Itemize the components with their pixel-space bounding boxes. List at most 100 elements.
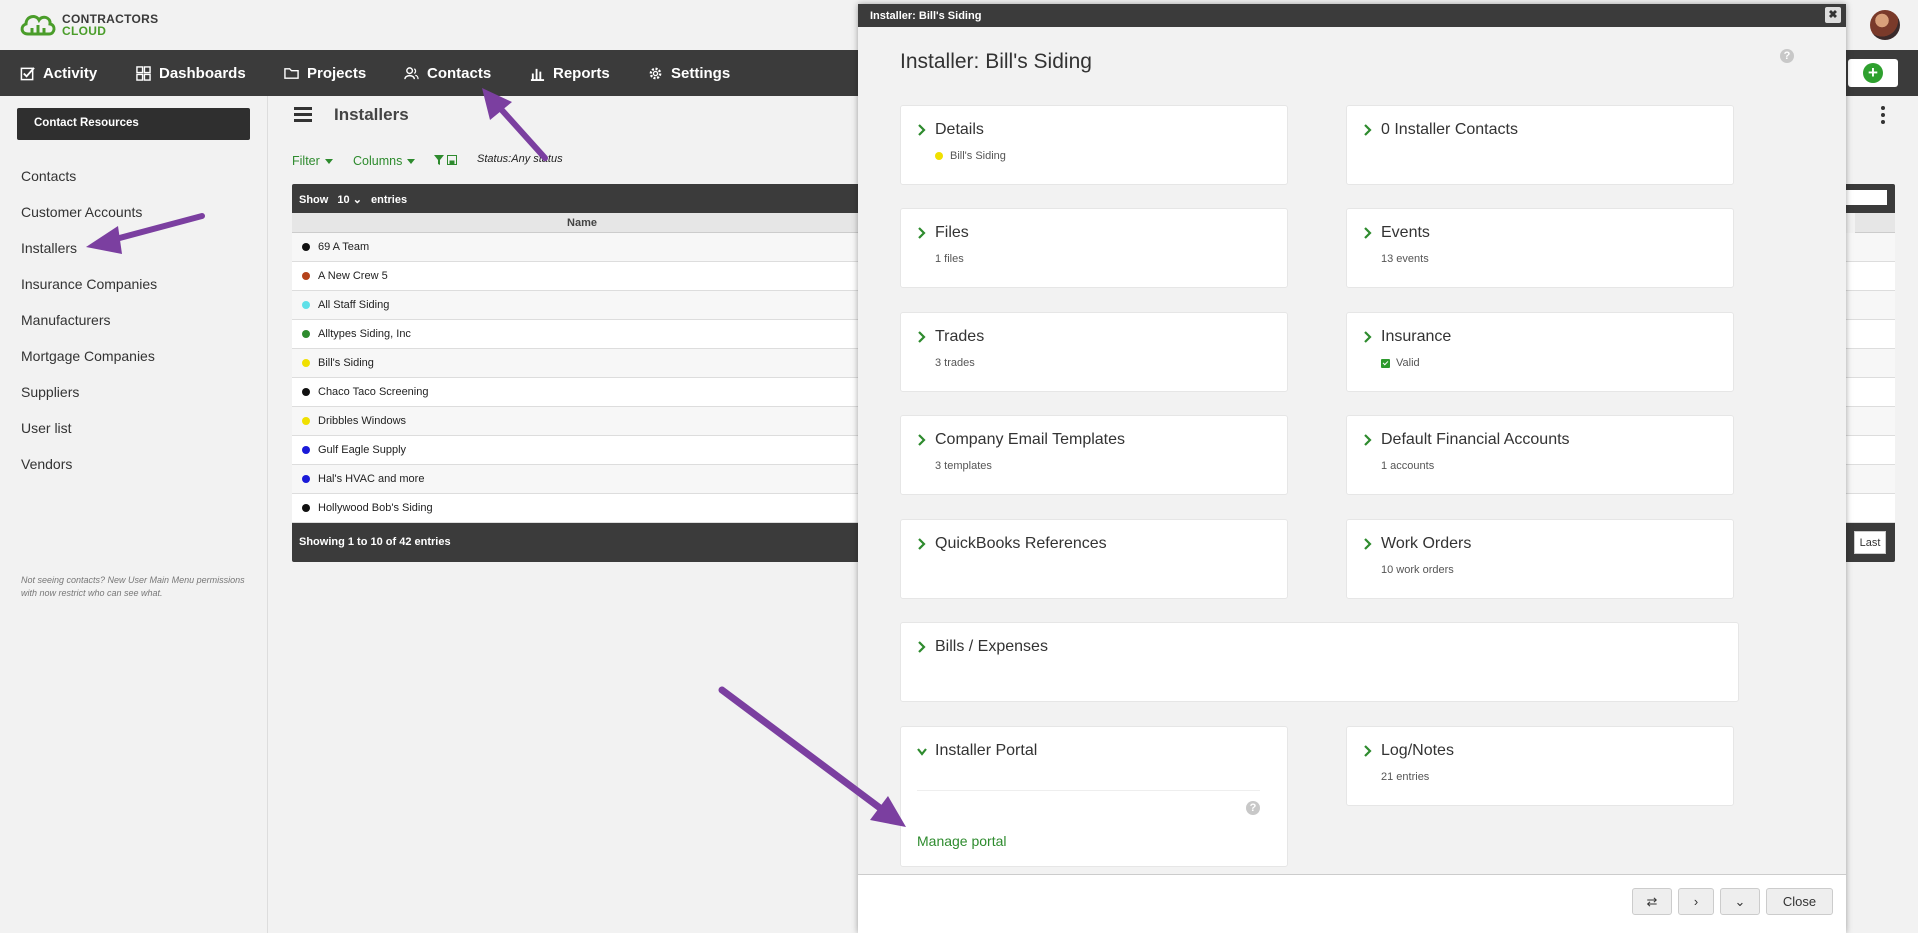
search-input[interactable] — [1841, 190, 1887, 205]
chevron-right-icon — [918, 227, 926, 239]
card-subtitle: 3 trades — [935, 357, 975, 369]
kebab-menu-icon[interactable] — [1880, 106, 1886, 124]
folder-icon — [284, 67, 299, 79]
sidebar-item-manufacturers[interactable]: Manufacturers — [21, 312, 110, 328]
help-icon[interactable]: ? — [1246, 801, 1260, 815]
columns-dropdown[interactable]: Columns — [353, 154, 416, 168]
gear-icon — [649, 67, 662, 79]
nav-label: Activity — [43, 64, 98, 82]
next-button[interactable]: › — [1678, 888, 1714, 915]
card-bills-expenses[interactable]: Bills / Expenses — [900, 622, 1739, 702]
column-header-name[interactable]: Name — [292, 213, 872, 233]
sidebar-header[interactable]: Contact Resources — [17, 108, 250, 140]
sidebar-item-mortgage-companies[interactable]: Mortgage Companies — [21, 348, 155, 364]
card-title: Trades — [935, 328, 985, 345]
card-subtitle: 10 work orders — [1381, 564, 1454, 576]
card-title: Default Financial Accounts — [1381, 431, 1570, 448]
logo[interactable]: CONTRACTORS CLOUD — [18, 10, 158, 40]
card-files[interactable]: Files 1 files — [900, 208, 1288, 288]
sidebar-item-suppliers[interactable]: Suppliers — [21, 384, 79, 400]
sidebar-item-installers[interactable]: Installers — [21, 240, 77, 256]
card-subtitle: 13 events — [1381, 253, 1429, 265]
card-title: Bills / Expenses — [935, 638, 1048, 655]
details-name: Bill's Siding — [950, 150, 1006, 162]
installer-modal: Installer: Bill's Siding ✖ Installer: Bi… — [858, 4, 1846, 933]
card-installer-portal: Installer Portal ? Manage portal — [900, 726, 1288, 867]
card-subtitle: Valid — [1381, 357, 1420, 369]
card-work-orders[interactable]: Work Orders 10 work orders — [1346, 519, 1734, 599]
status-dot — [302, 243, 310, 251]
sort-column-header[interactable] — [1855, 213, 1895, 233]
card-quickbooks-references[interactable]: QuickBooks References — [900, 519, 1288, 599]
nav-settings[interactable]: Settings — [648, 50, 730, 96]
card-title: Files — [935, 224, 969, 241]
installer-name: All Staff Siding — [318, 299, 390, 311]
add-button[interactable]: + — [1848, 59, 1898, 87]
chevron-down-icon[interactable] — [917, 744, 927, 758]
filter-dropdown[interactable]: Filter — [292, 154, 333, 168]
sidebar-item-vendors[interactable]: Vendors — [21, 456, 72, 472]
card-log-notes[interactable]: Log/Notes 21 entries — [1346, 726, 1734, 806]
card-details[interactable]: Details Bill's Siding — [900, 105, 1288, 185]
manage-portal-link[interactable]: Manage portal — [917, 833, 1007, 849]
installer-name: Hollywood Bob's Siding — [318, 502, 433, 514]
modal-footer: ⇄ › ⌄ Close — [858, 874, 1846, 933]
chevron-right-icon — [1364, 331, 1372, 343]
page-size-select[interactable]: 10 ⌄ — [337, 193, 362, 206]
sidebar-item-customer-accounts[interactable]: Customer Accounts — [21, 204, 142, 220]
more-button[interactable]: ⌄ — [1720, 888, 1760, 915]
status-dot — [302, 417, 310, 425]
card-installer-contacts[interactable]: 0 Installer Contacts — [1346, 105, 1734, 185]
card-title[interactable]: Installer Portal — [935, 742, 1037, 760]
filter-label: Filter — [292, 154, 320, 168]
cloud-logo-icon — [20, 15, 56, 36]
card-title: QuickBooks References — [935, 535, 1107, 552]
nav-label: Reports — [553, 64, 610, 82]
close-button[interactable]: Close — [1766, 888, 1833, 915]
chevron-right-icon — [1364, 745, 1372, 757]
installer-name: Bill's Siding — [318, 357, 374, 369]
status-dot — [302, 301, 310, 309]
sidebar-item-insurance-companies[interactable]: Insurance Companies — [21, 276, 157, 292]
filter-save-icons[interactable] — [434, 155, 458, 168]
card-title: Log/Notes — [1381, 742, 1454, 759]
sidebar-item-user-list[interactable]: User list — [21, 420, 72, 436]
nav-label: Settings — [671, 64, 731, 82]
card-subtitle: 1 files — [935, 253, 964, 265]
show-label: Show — [299, 194, 329, 206]
chevron-right-icon — [1364, 124, 1372, 136]
hamburger-menu-icon[interactable] — [294, 107, 312, 122]
help-icon[interactable]: ? — [1780, 49, 1794, 63]
status-dot — [302, 272, 310, 280]
chevron-right-icon — [918, 331, 926, 343]
plus-icon: + — [1863, 63, 1883, 83]
swap-button[interactable]: ⇄ — [1632, 888, 1672, 915]
save-icon[interactable] — [447, 155, 458, 165]
logo-line2: CLOUD — [62, 24, 107, 38]
nav-reports[interactable]: Reports — [530, 50, 610, 96]
nav-projects[interactable]: Projects — [284, 50, 366, 96]
card-default-financial-accounts[interactable]: Default Financial Accounts 1 accounts — [1346, 415, 1734, 495]
card-events[interactable]: Events 13 events — [1346, 208, 1734, 288]
status-dot — [302, 330, 310, 338]
nav-activity[interactable]: Activity — [20, 50, 97, 96]
chevron-right-icon — [918, 641, 926, 653]
status-dot — [302, 446, 310, 454]
chevron-right-icon — [1364, 538, 1372, 550]
nav-contacts[interactable]: Contacts — [404, 50, 491, 96]
card-trades[interactable]: Trades 3 trades — [900, 312, 1288, 392]
card-insurance[interactable]: Insurance Valid — [1346, 312, 1734, 392]
columns-label: Columns — [353, 154, 403, 168]
insurance-status: Valid — [1396, 357, 1420, 369]
funnel-icon[interactable] — [434, 155, 444, 165]
nav-label: Contacts — [427, 64, 492, 82]
avatar[interactable] — [1870, 10, 1900, 40]
nav-dashboards[interactable]: Dashboards — [136, 50, 246, 96]
modal-close-icon[interactable]: ✖ — [1825, 7, 1841, 23]
sidebar-item-contacts[interactable]: Contacts — [21, 168, 76, 184]
card-subtitle: 3 templates — [935, 460, 992, 472]
last-page-button[interactable]: Last — [1854, 531, 1886, 554]
card-company-email-templates[interactable]: Company Email Templates 3 templates — [900, 415, 1288, 495]
installer-name: Gulf Eagle Supply — [318, 444, 407, 456]
modal-titlebar: Installer: Bill's Siding ✖ — [858, 4, 1846, 27]
